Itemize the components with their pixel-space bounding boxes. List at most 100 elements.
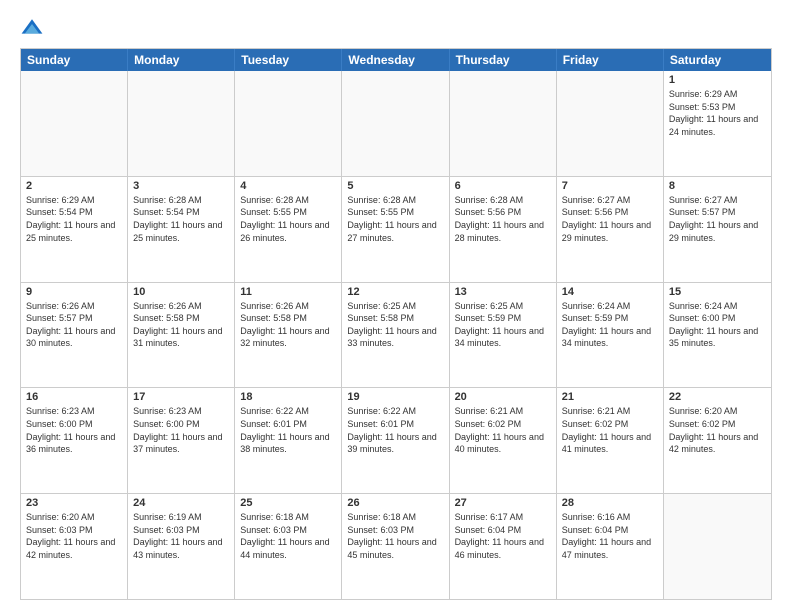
sun-info: Sunrise: 6:20 AMSunset: 6:02 PMDaylight:… <box>669 406 758 454</box>
day-number: 14 <box>562 286 658 298</box>
calendar-day-14: 14 Sunrise: 6:24 AMSunset: 5:59 PMDaylig… <box>557 283 664 388</box>
calendar-day-9: 9 Sunrise: 6:26 AMSunset: 5:57 PMDayligh… <box>21 283 128 388</box>
calendar-day-13: 13 Sunrise: 6:25 AMSunset: 5:59 PMDaylig… <box>450 283 557 388</box>
day-number: 19 <box>347 391 443 403</box>
calendar-day-6: 6 Sunrise: 6:28 AMSunset: 5:56 PMDayligh… <box>450 177 557 282</box>
day-number: 8 <box>669 180 766 192</box>
day-number: 24 <box>133 497 229 509</box>
sun-info: Sunrise: 6:17 AMSunset: 6:04 PMDaylight:… <box>455 512 544 560</box>
day-number: 2 <box>26 180 122 192</box>
calendar-day-16: 16 Sunrise: 6:23 AMSunset: 6:00 PMDaylig… <box>21 388 128 493</box>
sun-info: Sunrise: 6:29 AMSunset: 5:53 PMDaylight:… <box>669 89 758 137</box>
day-number: 4 <box>240 180 336 192</box>
day-number: 23 <box>26 497 122 509</box>
calendar-day-12: 12 Sunrise: 6:25 AMSunset: 5:58 PMDaylig… <box>342 283 449 388</box>
sun-info: Sunrise: 6:29 AMSunset: 5:54 PMDaylight:… <box>26 195 115 243</box>
weekday-header-tuesday: Tuesday <box>235 49 342 71</box>
logo-icon <box>20 16 44 40</box>
sun-info: Sunrise: 6:21 AMSunset: 6:02 PMDaylight:… <box>455 406 544 454</box>
day-number: 10 <box>133 286 229 298</box>
weekday-header-friday: Friday <box>557 49 664 71</box>
calendar-row-2: 9 Sunrise: 6:26 AMSunset: 5:57 PMDayligh… <box>21 282 771 388</box>
day-number: 9 <box>26 286 122 298</box>
sun-info: Sunrise: 6:24 AMSunset: 5:59 PMDaylight:… <box>562 301 651 349</box>
calendar-day-22: 22 Sunrise: 6:20 AMSunset: 6:02 PMDaylig… <box>664 388 771 493</box>
calendar-day-4: 4 Sunrise: 6:28 AMSunset: 5:55 PMDayligh… <box>235 177 342 282</box>
day-number: 17 <box>133 391 229 403</box>
calendar-day-18: 18 Sunrise: 6:22 AMSunset: 6:01 PMDaylig… <box>235 388 342 493</box>
calendar-empty-cell <box>342 71 449 176</box>
sun-info: Sunrise: 6:28 AMSunset: 5:55 PMDaylight:… <box>347 195 436 243</box>
page: SundayMondayTuesdayWednesdayThursdayFrid… <box>0 0 792 612</box>
weekday-header-wednesday: Wednesday <box>342 49 449 71</box>
sun-info: Sunrise: 6:28 AMSunset: 5:56 PMDaylight:… <box>455 195 544 243</box>
day-number: 11 <box>240 286 336 298</box>
day-number: 21 <box>562 391 658 403</box>
sun-info: Sunrise: 6:20 AMSunset: 6:03 PMDaylight:… <box>26 512 115 560</box>
sun-info: Sunrise: 6:18 AMSunset: 6:03 PMDaylight:… <box>240 512 329 560</box>
calendar-header-row: SundayMondayTuesdayWednesdayThursdayFrid… <box>21 49 771 71</box>
calendar-body: 1 Sunrise: 6:29 AMSunset: 5:53 PMDayligh… <box>21 71 771 599</box>
calendar-day-20: 20 Sunrise: 6:21 AMSunset: 6:02 PMDaylig… <box>450 388 557 493</box>
sun-info: Sunrise: 6:28 AMSunset: 5:54 PMDaylight:… <box>133 195 222 243</box>
calendar-day-3: 3 Sunrise: 6:28 AMSunset: 5:54 PMDayligh… <box>128 177 235 282</box>
day-number: 1 <box>669 74 766 86</box>
calendar-row-4: 23 Sunrise: 6:20 AMSunset: 6:03 PMDaylig… <box>21 493 771 599</box>
day-number: 5 <box>347 180 443 192</box>
calendar-day-7: 7 Sunrise: 6:27 AMSunset: 5:56 PMDayligh… <box>557 177 664 282</box>
calendar-day-1: 1 Sunrise: 6:29 AMSunset: 5:53 PMDayligh… <box>664 71 771 176</box>
weekday-header-sunday: Sunday <box>21 49 128 71</box>
sun-info: Sunrise: 6:16 AMSunset: 6:04 PMDaylight:… <box>562 512 651 560</box>
calendar-day-23: 23 Sunrise: 6:20 AMSunset: 6:03 PMDaylig… <box>21 494 128 599</box>
weekday-header-monday: Monday <box>128 49 235 71</box>
sun-info: Sunrise: 6:26 AMSunset: 5:58 PMDaylight:… <box>133 301 222 349</box>
sun-info: Sunrise: 6:21 AMSunset: 6:02 PMDaylight:… <box>562 406 651 454</box>
sun-info: Sunrise: 6:26 AMSunset: 5:58 PMDaylight:… <box>240 301 329 349</box>
calendar-day-15: 15 Sunrise: 6:24 AMSunset: 6:00 PMDaylig… <box>664 283 771 388</box>
sun-info: Sunrise: 6:18 AMSunset: 6:03 PMDaylight:… <box>347 512 436 560</box>
day-number: 22 <box>669 391 766 403</box>
calendar-empty-cell <box>557 71 664 176</box>
day-number: 3 <box>133 180 229 192</box>
calendar-empty-cell <box>235 71 342 176</box>
sun-info: Sunrise: 6:27 AMSunset: 5:57 PMDaylight:… <box>669 195 758 243</box>
day-number: 18 <box>240 391 336 403</box>
calendar-day-19: 19 Sunrise: 6:22 AMSunset: 6:01 PMDaylig… <box>342 388 449 493</box>
day-number: 28 <box>562 497 658 509</box>
sun-info: Sunrise: 6:22 AMSunset: 6:01 PMDaylight:… <box>240 406 329 454</box>
calendar-empty-cell <box>450 71 557 176</box>
sun-info: Sunrise: 6:25 AMSunset: 5:59 PMDaylight:… <box>455 301 544 349</box>
day-number: 27 <box>455 497 551 509</box>
sun-info: Sunrise: 6:23 AMSunset: 6:00 PMDaylight:… <box>26 406 115 454</box>
weekday-header-thursday: Thursday <box>450 49 557 71</box>
day-number: 20 <box>455 391 551 403</box>
calendar-day-28: 28 Sunrise: 6:16 AMSunset: 6:04 PMDaylig… <box>557 494 664 599</box>
calendar-row-1: 2 Sunrise: 6:29 AMSunset: 5:54 PMDayligh… <box>21 176 771 282</box>
calendar-day-24: 24 Sunrise: 6:19 AMSunset: 6:03 PMDaylig… <box>128 494 235 599</box>
calendar-empty-cell <box>664 494 771 599</box>
calendar-empty-cell <box>21 71 128 176</box>
calendar-day-21: 21 Sunrise: 6:21 AMSunset: 6:02 PMDaylig… <box>557 388 664 493</box>
day-number: 7 <box>562 180 658 192</box>
day-number: 13 <box>455 286 551 298</box>
day-number: 16 <box>26 391 122 403</box>
calendar-empty-cell <box>128 71 235 176</box>
day-number: 6 <box>455 180 551 192</box>
calendar-day-27: 27 Sunrise: 6:17 AMSunset: 6:04 PMDaylig… <box>450 494 557 599</box>
day-number: 12 <box>347 286 443 298</box>
calendar-day-5: 5 Sunrise: 6:28 AMSunset: 5:55 PMDayligh… <box>342 177 449 282</box>
calendar-day-8: 8 Sunrise: 6:27 AMSunset: 5:57 PMDayligh… <box>664 177 771 282</box>
sun-info: Sunrise: 6:26 AMSunset: 5:57 PMDaylight:… <box>26 301 115 349</box>
calendar-day-25: 25 Sunrise: 6:18 AMSunset: 6:03 PMDaylig… <box>235 494 342 599</box>
calendar-row-3: 16 Sunrise: 6:23 AMSunset: 6:00 PMDaylig… <box>21 387 771 493</box>
day-number: 25 <box>240 497 336 509</box>
calendar-day-17: 17 Sunrise: 6:23 AMSunset: 6:00 PMDaylig… <box>128 388 235 493</box>
calendar-day-10: 10 Sunrise: 6:26 AMSunset: 5:58 PMDaylig… <box>128 283 235 388</box>
sun-info: Sunrise: 6:25 AMSunset: 5:58 PMDaylight:… <box>347 301 436 349</box>
sun-info: Sunrise: 6:28 AMSunset: 5:55 PMDaylight:… <box>240 195 329 243</box>
sun-info: Sunrise: 6:19 AMSunset: 6:03 PMDaylight:… <box>133 512 222 560</box>
sun-info: Sunrise: 6:24 AMSunset: 6:00 PMDaylight:… <box>669 301 758 349</box>
calendar: SundayMondayTuesdayWednesdayThursdayFrid… <box>20 48 772 600</box>
sun-info: Sunrise: 6:27 AMSunset: 5:56 PMDaylight:… <box>562 195 651 243</box>
day-number: 26 <box>347 497 443 509</box>
